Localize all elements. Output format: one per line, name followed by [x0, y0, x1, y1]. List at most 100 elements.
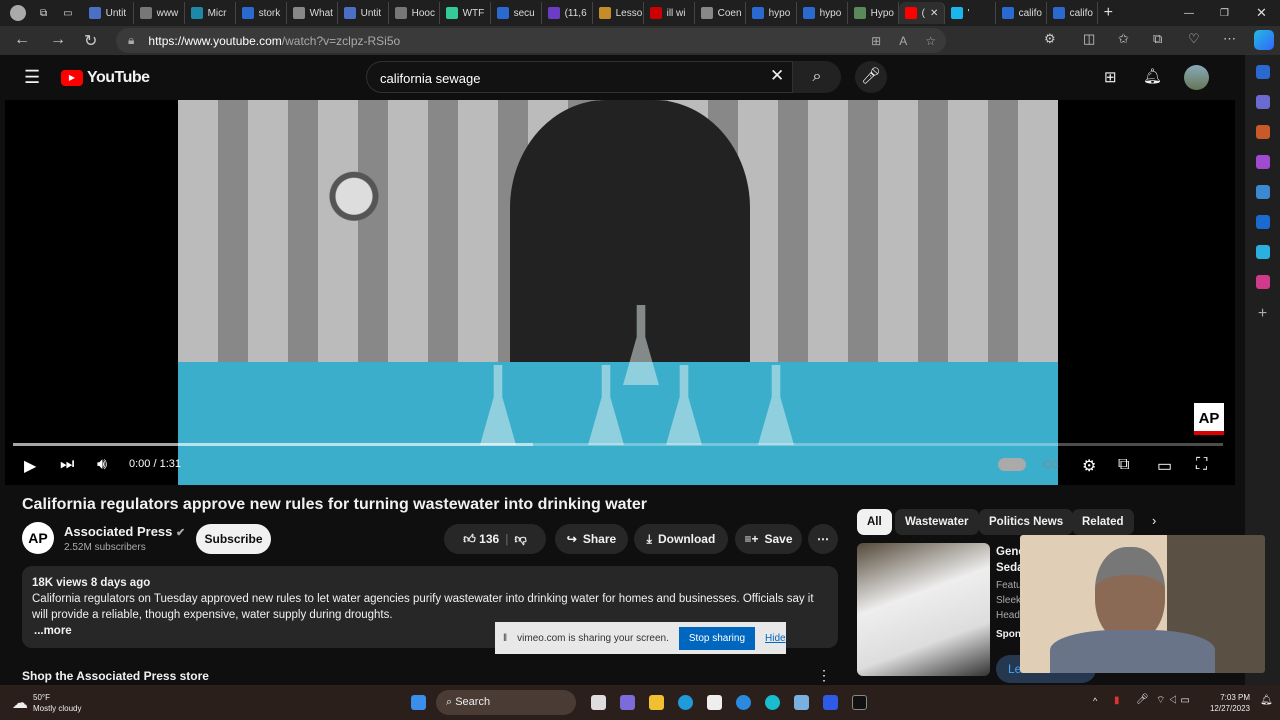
minimize-button[interactable]: — [1184, 8, 1194, 19]
new-tab-button[interactable]: + [1104, 4, 1113, 22]
chip-wastewater[interactable]: Wastewater [895, 509, 979, 535]
like-button[interactable]: 👍︎ 136 [463, 532, 499, 547]
fullscreen-icon[interactable]: ⛶ [1196, 456, 1207, 474]
clock-date[interactable]: 12/27/2023 [1208, 704, 1250, 713]
browser-tab[interactable]: Untit [338, 2, 389, 24]
notifications-icon[interactable]: 🔔︎ [1143, 67, 1162, 85]
browser-tab[interactable]: Coen [695, 2, 746, 24]
task-view-icon[interactable] [591, 695, 606, 710]
share-button[interactable]: ↪ Share [555, 524, 628, 554]
search-button[interactable]: ⌕ [793, 61, 841, 93]
browser-tab[interactable]: (✕ [898, 2, 945, 24]
chip-politics-news[interactable]: Politics News [979, 509, 1074, 535]
ad-thumbnail[interactable] [857, 543, 990, 676]
telegram-icon[interactable] [1255, 245, 1270, 259]
create-icon[interactable]: ⊞ [1104, 68, 1117, 86]
extensions-icon[interactable]: ⚙ [1044, 31, 1056, 47]
channel-avatar[interactable]: AP [22, 522, 54, 554]
mic-icon[interactable]: 🎤︎ [1136, 694, 1149, 705]
settings-icon[interactable]: ⚙ [1082, 456, 1096, 476]
copilot-icon[interactable] [1254, 30, 1274, 50]
clear-search-icon[interactable]: ✕ [770, 66, 784, 86]
notification-bell-icon[interactable]: 🔔︎ [1260, 695, 1273, 706]
browser-tab[interactable]: Untit [83, 2, 134, 24]
shopping-icon[interactable] [1255, 125, 1270, 139]
tab-actions-icon[interactable]: ▭ [63, 8, 72, 19]
profile-avatar[interactable] [10, 5, 26, 21]
chips-next-icon[interactable]: › [1152, 513, 1156, 528]
taskbar-search[interactable]: ⌕ Search [436, 690, 576, 715]
browser-tab[interactable]: Hypo [848, 2, 899, 24]
apps-icon[interactable]: ⊞ [871, 34, 881, 48]
games-icon[interactable] [1255, 155, 1270, 169]
next-icon[interactable]: ⏭ [60, 456, 74, 474]
weather-text[interactable]: Mostly cloudy [33, 704, 81, 713]
subscribe-button[interactable]: Subscribe [196, 524, 271, 554]
terminal-icon[interactable] [852, 695, 867, 710]
url-field[interactable]: 🔒︎ https://www.youtube.com/watch?v=zclpz… [116, 28, 946, 53]
zoom-icon[interactable] [823, 695, 838, 710]
favorite-icon[interactable]: ☆ [925, 34, 936, 48]
back-icon[interactable]: ← [14, 31, 30, 49]
browser-tab[interactable]: secu [491, 2, 542, 24]
file-explorer-icon[interactable] [649, 695, 664, 710]
menu-icon[interactable]: ☰ [24, 67, 40, 88]
youtube-logo[interactable]: ▶ YouTube [61, 69, 150, 87]
miniplayer-icon[interactable]: ⧉ [1118, 456, 1129, 474]
clock-time[interactable]: 7:03 PM [1210, 693, 1250, 702]
teams-icon[interactable] [620, 695, 635, 710]
captions-icon[interactable]: CC [1043, 459, 1059, 471]
theater-icon[interactable]: ▭ [1157, 456, 1172, 476]
add-icon[interactable]: + [1256, 305, 1270, 322]
workspaces-icon[interactable]: ⧉ [40, 8, 47, 19]
temperature[interactable]: 50°F [33, 693, 50, 702]
split-screen-icon[interactable]: ◫ [1083, 31, 1095, 47]
hide-button[interactable]: Hide [765, 633, 786, 644]
browser-tab[interactable]: Hooc [389, 2, 440, 24]
browser-tab[interactable]: Lesso [593, 2, 644, 24]
network-volume-battery-icons[interactable]: ⌔ ◁ ▭ [1156, 694, 1190, 707]
forward-icon[interactable]: → [50, 31, 66, 49]
restore-button[interactable]: ❐ [1220, 8, 1229, 19]
browser-tab[interactable]: hypo [797, 2, 848, 24]
tools-icon[interactable] [1255, 95, 1270, 109]
browser-tab[interactable]: (11,6 [542, 2, 593, 24]
chip-all[interactable]: All [857, 509, 892, 535]
store-menu-icon[interactable]: ⋮ [817, 667, 831, 684]
start-icon[interactable] [411, 695, 426, 710]
close-window-button[interactable]: ✕ [1256, 5, 1267, 21]
help-icon[interactable] [736, 695, 751, 710]
dislike-button[interactable]: 👎︎ [515, 532, 527, 547]
play-icon[interactable]: ▶ [24, 456, 36, 476]
browser-tab[interactable]: califo [996, 2, 1047, 24]
save-button[interactable]: ≡+ Save [735, 524, 802, 554]
app-icon[interactable] [765, 695, 780, 710]
health-icon[interactable]: ♡ [1188, 31, 1200, 47]
browser-tab[interactable]: WTF [440, 2, 491, 24]
browser-tab[interactable]: ill wi [644, 2, 695, 24]
browser-tab[interactable]: Micr [185, 2, 236, 24]
store-icon[interactable] [707, 695, 722, 710]
chip-related[interactable]: Related [1072, 509, 1134, 535]
drag-handle-icon[interactable]: ‖ [503, 633, 507, 644]
more-icon[interactable]: ⋯ [1223, 31, 1236, 47]
tray-app-icon[interactable]: ▮ [1114, 695, 1120, 706]
browser-tab[interactable]: www [134, 2, 185, 24]
stop-sharing-button[interactable]: Stop sharing [678, 626, 756, 650]
read-aloud-icon[interactable]: A [899, 34, 907, 48]
browser-tab[interactable]: What [287, 2, 338, 24]
autoplay-toggle[interactable] [998, 458, 1026, 471]
browser-tab[interactable]: califo [1047, 2, 1098, 24]
download-button[interactable]: ⤓ Download [634, 524, 728, 554]
instagram-icon[interactable] [1255, 275, 1270, 289]
tray-overflow-icon[interactable]: ^ [1093, 696, 1097, 706]
browser-tab[interactable]: stork [236, 2, 287, 24]
outlook-icon[interactable] [1255, 215, 1270, 229]
refresh-icon[interactable]: ↻ [84, 31, 97, 51]
browser-tab[interactable]: ' [945, 2, 996, 24]
account-avatar[interactable] [1184, 65, 1209, 90]
favorites-icon[interactable]: ✩ [1118, 31, 1129, 47]
search-input[interactable]: california sewage [366, 61, 793, 93]
channel-name[interactable]: Associated Press ✔ [64, 524, 185, 539]
voice-search-icon[interactable]: 🎤︎ [855, 61, 887, 93]
